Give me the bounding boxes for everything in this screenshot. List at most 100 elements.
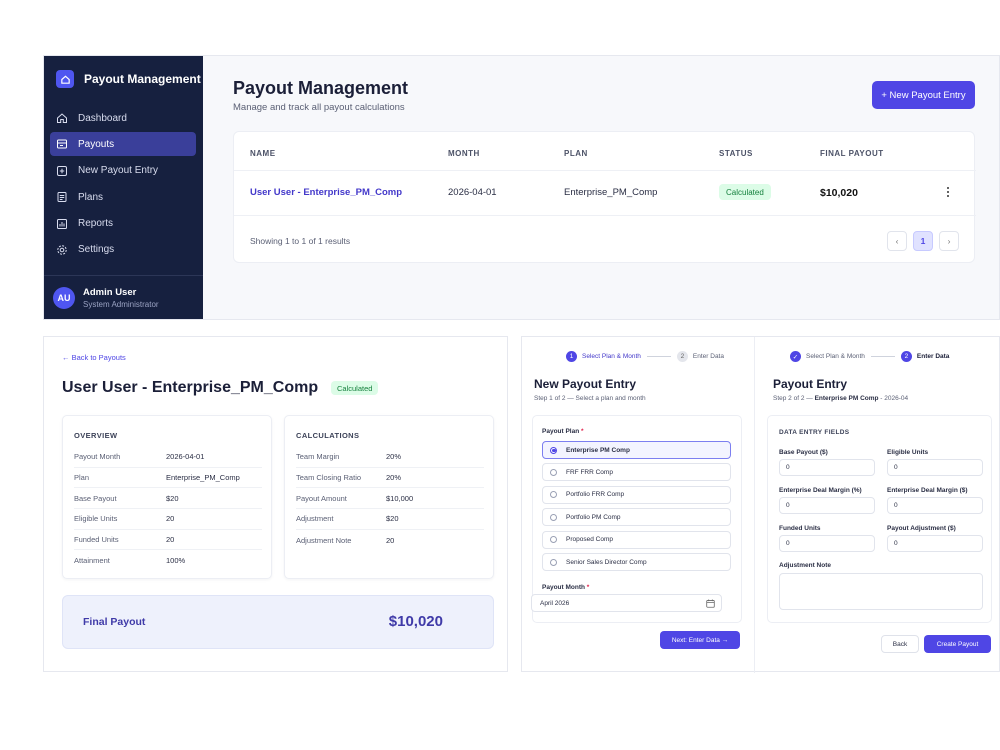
- step-number: 2: [900, 351, 912, 362]
- back-to-payouts-link[interactable]: ← Back to Payouts: [62, 353, 126, 362]
- avatar: AU: [53, 287, 75, 309]
- create-payout-button[interactable]: Create Payout: [924, 635, 991, 653]
- overview-row: Funded Units 20: [74, 530, 262, 551]
- plan-option-enterprise-pm-comp[interactable]: Enterprise PM Comp: [542, 441, 731, 459]
- sidebar-item-dashboard[interactable]: Dashboard: [50, 106, 196, 130]
- deal-margin-dollar-input[interactable]: 0: [887, 497, 983, 514]
- pagination-summary: Showing 1 to 1 of 1 results: [250, 236, 351, 246]
- funded-units-input[interactable]: 0: [779, 535, 875, 552]
- overview-key: Plan: [74, 473, 90, 483]
- prev-page-button[interactable]: ‹: [887, 231, 907, 251]
- row-actions-kebab-icon[interactable]: [944, 184, 952, 200]
- row-name-link[interactable]: User User - Enterprise_PM_Comp: [250, 187, 402, 198]
- overview-value: 20: [166, 535, 175, 545]
- plan-option-label: Portfolio FRR Comp: [566, 491, 625, 499]
- adjustment-note-textarea[interactable]: [779, 573, 983, 610]
- row-final-payout: $10,020: [820, 187, 858, 199]
- payouts-icon: [57, 139, 67, 149]
- calculations-row: Payout Amount $10,000: [296, 488, 484, 510]
- user-name: Admin User: [83, 287, 137, 298]
- sidebar-item-settings[interactable]: Settings: [50, 238, 196, 262]
- column-header-name[interactable]: NAME: [250, 149, 276, 158]
- plan-option-label: FRF FRR Comp: [566, 468, 613, 476]
- payout-month-label: Payout Month *: [542, 584, 590, 591]
- sidebar-item-label: Dashboard: [78, 112, 127, 124]
- data-entry-form: DATA ENTRY FIELDS Base Payout ($) 0 Elig…: [767, 415, 992, 623]
- calculations-value: 20%: [386, 473, 402, 483]
- sidebar-item-label: Payouts: [78, 138, 115, 150]
- calculations-heading: CALCULATIONS: [296, 431, 360, 440]
- calculations-key: Adjustment Note: [296, 535, 352, 545]
- calendar-icon[interactable]: [706, 599, 715, 608]
- payout-month-input[interactable]: April 2026: [531, 594, 722, 612]
- column-header-plan[interactable]: PLAN: [564, 149, 588, 158]
- user-profile[interactable]: AU Admin User System Administrator: [53, 287, 159, 309]
- user-role: System Administrator: [83, 300, 159, 309]
- step-number: 1: [566, 351, 577, 362]
- column-header-month[interactable]: MONTH: [448, 149, 480, 158]
- base-payout-label: Base Payout ($): [779, 449, 828, 456]
- back-button[interactable]: Back: [881, 635, 919, 653]
- step-connector: [646, 356, 671, 357]
- plan-option-label: Senior Sales Director Comp: [566, 558, 647, 566]
- status-badge: Calculated: [331, 381, 379, 395]
- calculations-value: 20%: [386, 452, 402, 462]
- payout-plan-label: Payout Plan *: [542, 428, 584, 435]
- report-icon: [57, 218, 67, 229]
- calculations-value: $10,000: [386, 493, 414, 503]
- sidebar-item-label: Reports: [78, 218, 114, 230]
- app-logo-icon: [56, 70, 74, 88]
- sidebar-item-payouts[interactable]: Payouts: [50, 132, 196, 157]
- payouts-list-screen: Payout Management Dashboard Payouts New …: [43, 55, 1000, 320]
- sidebar-brand[interactable]: Payout Management: [56, 70, 201, 88]
- next-page-button[interactable]: ›: [939, 231, 959, 251]
- column-divider: [754, 337, 755, 673]
- plan-option-senior-sales-director-comp[interactable]: Senior Sales Director Comp: [542, 553, 731, 571]
- plan-option-portfolio-pm-comp[interactable]: Portfolio PM Comp: [542, 508, 731, 527]
- step-label: Select Plan & Month: [806, 353, 865, 360]
- calculations-row: Adjustment $20: [296, 509, 484, 530]
- payout-adjustment-input[interactable]: 0: [887, 535, 983, 552]
- radio-icon: [550, 536, 557, 544]
- calculations-key: Team Closing Ratio: [296, 473, 362, 483]
- plan-option-frf-frr-comp[interactable]: FRF FRR Comp: [542, 463, 731, 482]
- plan-option-proposed-comp[interactable]: Proposed Comp: [542, 530, 731, 549]
- column-header-status[interactable]: STATUS: [719, 149, 753, 158]
- sidebar-item-new-payout-entry[interactable]: New Payout Entry: [50, 159, 196, 183]
- overview-key: Base Payout: [74, 493, 117, 503]
- overview-value: 2026-04-01: [166, 452, 205, 462]
- stepper-step2: ✓ Select Plan & Month 2 Enter Data: [790, 351, 949, 362]
- new-payout-entry-button[interactable]: + New Payout Entry: [872, 81, 975, 109]
- radio-icon: [550, 558, 557, 566]
- calculations-value: 20: [386, 535, 395, 545]
- eligible-units-label: Eligible Units: [887, 449, 929, 456]
- adjustment-note-label: Adjustment Note: [779, 562, 831, 569]
- sidebar-item-reports[interactable]: Reports: [50, 212, 196, 236]
- page-1-button[interactable]: 1: [913, 231, 933, 251]
- page-title: Payout Management: [233, 78, 409, 98]
- overview-key: Funded Units: [74, 535, 119, 545]
- overview-value: 100%: [166, 556, 186, 566]
- overview-key: Eligible Units: [74, 514, 118, 524]
- payout-detail-screen: ← Back to Payouts User User - Enterprise…: [43, 336, 508, 672]
- deal-margin-percent-input[interactable]: 0: [779, 497, 875, 514]
- document-icon: [57, 192, 67, 203]
- plan-option-portfolio-frr-comp[interactable]: Portfolio FRR Comp: [542, 485, 731, 504]
- step-complete-check-icon: ✓: [790, 351, 801, 362]
- overview-heading: OVERVIEW: [74, 431, 118, 440]
- overview-card: OVERVIEW Payout Month 2026-04-01 Plan Ente…: [62, 415, 272, 579]
- funded-units-label: Funded Units: [779, 525, 821, 532]
- base-payout-input[interactable]: 0: [779, 459, 875, 476]
- column-header-final-payout[interactable]: FINAL PAYOUT: [820, 149, 884, 158]
- sidebar: Payout Management Dashboard Payouts New …: [44, 56, 203, 319]
- overview-value: 20: [166, 514, 175, 524]
- next-enter-data-button[interactable]: Next: Enter Data →: [660, 631, 740, 649]
- calculations-key: Payout Amount: [296, 493, 347, 503]
- step-label: Enter Data: [692, 353, 724, 360]
- sidebar-item-plans[interactable]: Plans: [50, 185, 196, 209]
- overview-row: Attainment 100%: [74, 551, 262, 572]
- sidebar-item-label: New Payout Entry: [78, 165, 159, 177]
- row-plan: Enterprise_PM_Comp: [564, 187, 658, 198]
- eligible-units-input[interactable]: 0: [887, 459, 983, 476]
- plan-month-form: Payout Plan * Enterprise PM Comp FRF FRR…: [532, 415, 742, 623]
